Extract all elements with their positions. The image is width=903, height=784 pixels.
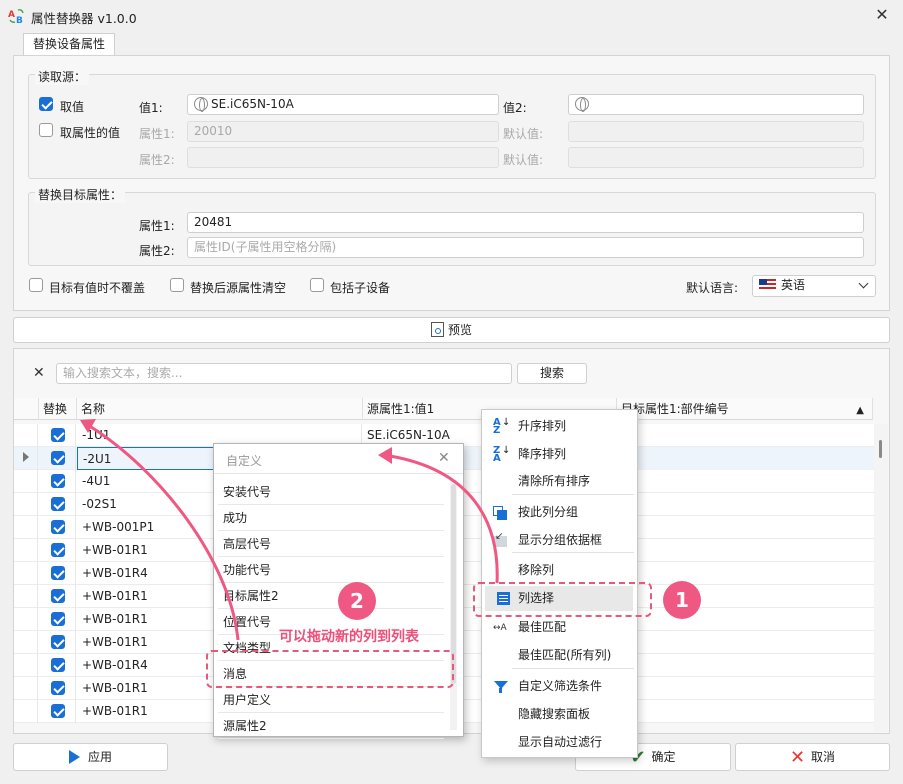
badge-1: 1 [663,581,701,619]
callout-column-select [473,582,652,617]
drag-hint: 可以拖动新的列到列表 [279,629,419,645]
callout-message-item [206,650,454,688]
badge-2: 2 [338,582,376,620]
